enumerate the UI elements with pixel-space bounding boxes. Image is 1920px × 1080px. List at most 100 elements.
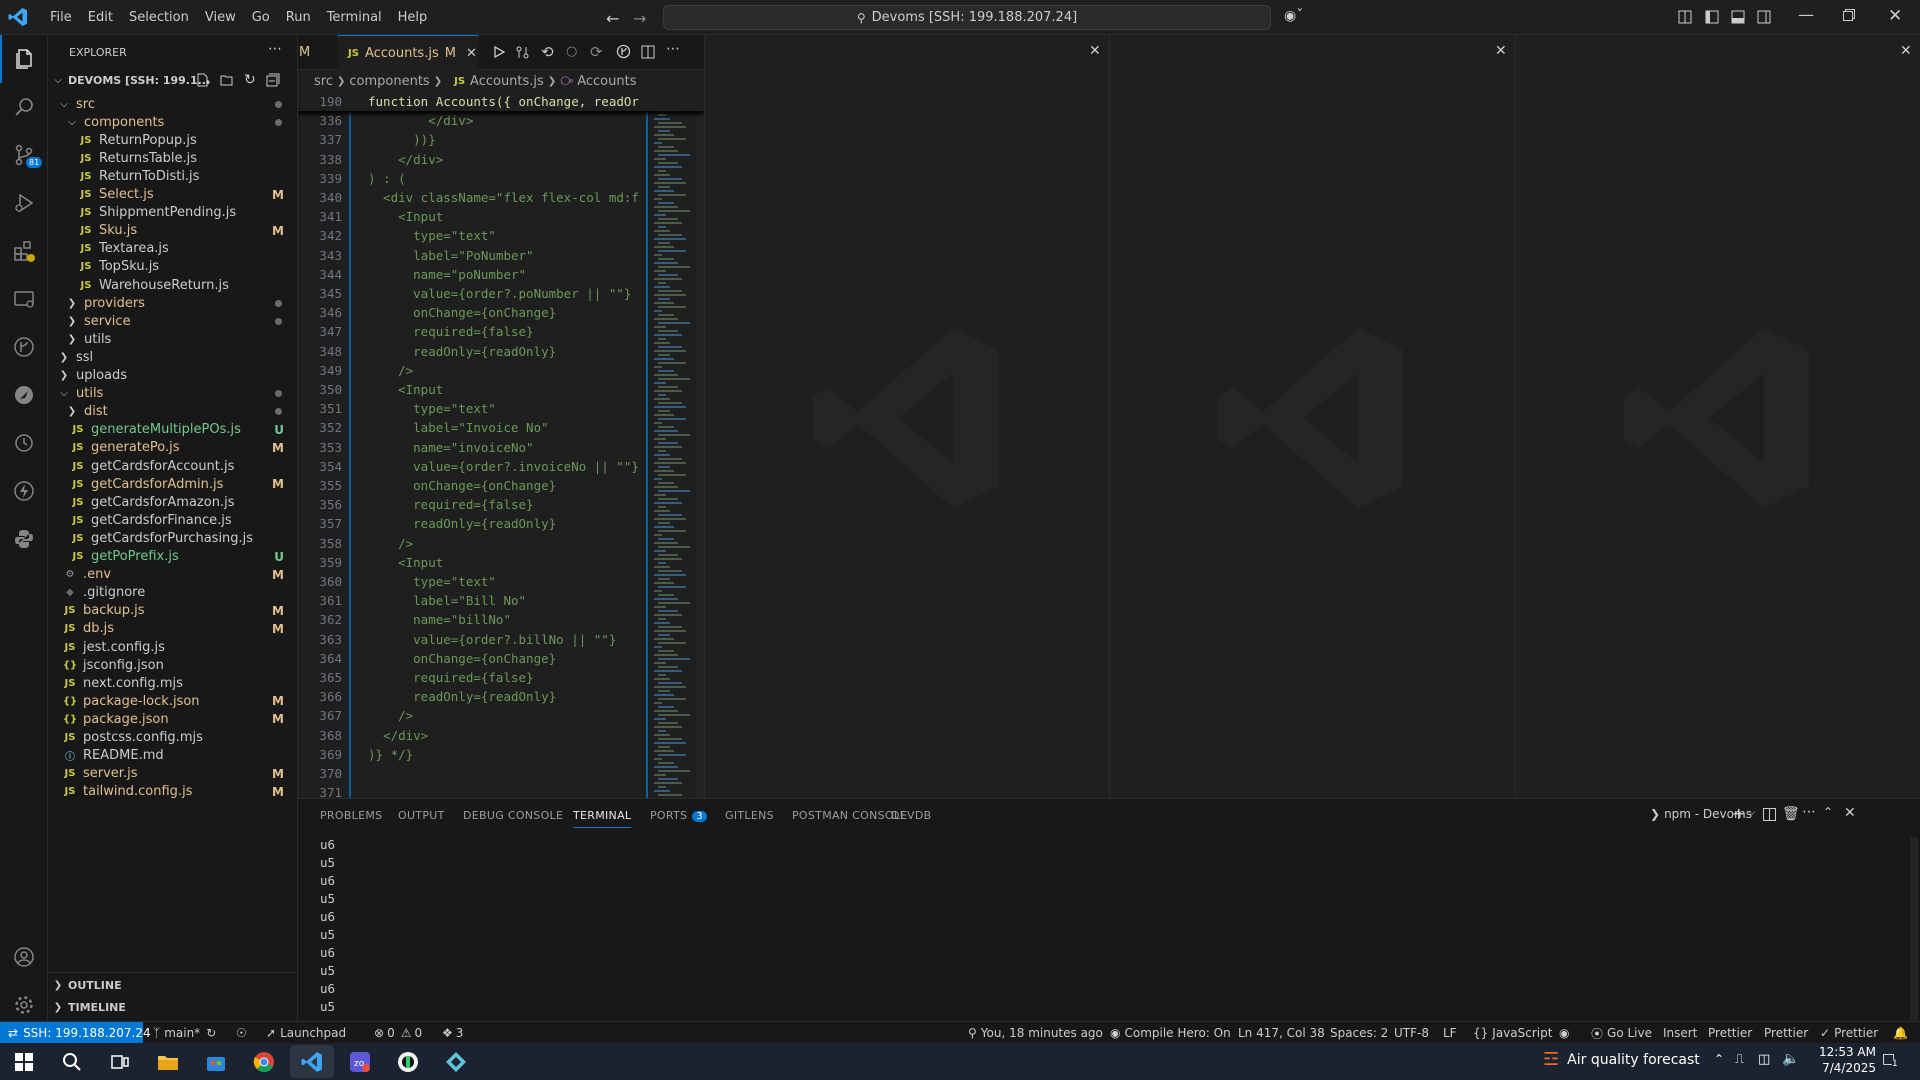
panel-tab-devdb[interactable]: DEVDB [891, 809, 931, 822]
menu-item-help[interactable]: Help [390, 10, 436, 25]
menu-item-view[interactable]: View [197, 10, 244, 25]
task-view-icon[interactable] [98, 1045, 142, 1078]
command-center[interactable]: ⚲ Devoms [SSH: 199.188.207.24] [663, 5, 1271, 30]
taskbar-search-icon[interactable] [50, 1045, 94, 1078]
file-item[interactable]: JS tailwind.config.js M [48, 781, 298, 803]
terminal-scrollbar[interactable] [1910, 837, 1918, 1020]
thunder-client-icon[interactable] [0, 467, 48, 515]
python-icon[interactable] [0, 515, 48, 563]
close-group-icon[interactable]: ✕ [1495, 43, 1507, 59]
chrome-icon[interactable] [242, 1045, 286, 1078]
menu-item-go[interactable]: Go [244, 10, 278, 25]
breadcrumb-symbol[interactable]: Accounts [577, 74, 636, 89]
more-panel-actions-icon[interactable]: ⋯ [1802, 804, 1816, 820]
next-change-icon[interactable]: ⟳ [590, 43, 603, 61]
refresh-icon[interactable]: ↻ [244, 72, 256, 88]
prettier-status-1[interactable]: Prettier [1708, 1022, 1752, 1044]
split-terminal-icon[interactable] [1763, 808, 1776, 821]
new-folder-icon[interactable] [220, 73, 234, 87]
notifications-icon[interactable]: □ 1 [1882, 1051, 1898, 1069]
notifications-bell-icon[interactable]: 🔔 [1893, 1022, 1908, 1044]
code-editor[interactable]: 190 function Accounts({ onChange, readOr… [298, 92, 704, 798]
branch-indicator[interactable]: ᛉ main* ↻ [153, 1022, 216, 1044]
remote-explorer-icon[interactable] [0, 275, 48, 323]
source-control-icon[interactable]: 81 [0, 131, 48, 179]
prettier-status-2[interactable]: Prettier [1764, 1022, 1808, 1044]
close-group-icon[interactable]: ✕ [1089, 43, 1101, 59]
copilot-icon[interactable]: ◉ˇ [1284, 8, 1303, 24]
remote-indicator[interactable]: ⇄ SSH: 199.188.207.24 [0, 1022, 151, 1044]
microsoft-store-icon[interactable] [194, 1045, 238, 1078]
app-dark-icon[interactable] [386, 1045, 430, 1078]
end-of-line[interactable]: LF [1443, 1022, 1457, 1044]
cursor-position[interactable]: Ln 417, Col 38 [1238, 1022, 1325, 1044]
encoding[interactable]: UTF-8 [1394, 1022, 1429, 1044]
chevron-down-icon[interactable]: ⌵ [1748, 807, 1756, 818]
accounts-icon[interactable] [0, 933, 48, 981]
run-debug-icon[interactable] [0, 179, 48, 227]
open-changes-icon[interactable] [515, 45, 530, 60]
menu-item-selection[interactable]: Selection [121, 10, 197, 25]
toggle-secondary-sidebar-icon[interactable] [1757, 10, 1771, 24]
sticky-scroll[interactable]: 190 function Accounts({ onChange, readOr [298, 92, 704, 111]
copilot-status-icon[interactable]: ◉ [1559, 1022, 1569, 1044]
gitlens-blame-icon[interactable] [616, 44, 631, 59]
breadcrumb-components[interactable]: components [349, 74, 429, 89]
windows-start-icon[interactable] [2, 1045, 46, 1078]
back-arrow-icon[interactable]: ← [606, 9, 619, 28]
vscode-logo-icon[interactable] [8, 7, 28, 27]
tab-accounts-js[interactable]: JS Accounts.js M ✕ [338, 35, 478, 70]
extensions-icon[interactable] [0, 227, 48, 275]
minimap[interactable] [650, 92, 696, 798]
close-tab-icon[interactable]: ✕ [466, 46, 477, 61]
editor-scrollbar[interactable] [696, 92, 704, 798]
collapse-all-icon[interactable] [266, 73, 280, 87]
toggle-primary-sidebar-icon[interactable] [1705, 10, 1719, 24]
restore-icon[interactable] [1843, 9, 1855, 21]
panel-tab-debug-console[interactable]: DEBUG CONSOLE [463, 809, 563, 822]
menu-item-file[interactable]: File [42, 10, 80, 25]
go-back-icon[interactable]: ⟲ [541, 43, 554, 61]
panel-tab-output[interactable]: OUTPUT [398, 809, 445, 822]
panel-tab-ports[interactable]: PORTS 3 [650, 809, 708, 822]
forward-arrow-icon[interactable]: → [633, 9, 646, 28]
gitlens-icon[interactable] [0, 323, 48, 371]
maximize-panel-icon[interactable]: ⌃ [1823, 805, 1833, 819]
trash-icon[interactable]: 🗑 [1782, 806, 1800, 822]
toggle-panel-icon[interactable] [1731, 10, 1745, 24]
weather-widget[interactable]: ☲ Air quality forecast [1543, 1049, 1700, 1070]
insert-mode[interactable]: Insert [1663, 1022, 1697, 1044]
run-code-icon[interactable] [492, 45, 506, 59]
more-editor-actions-icon[interactable]: ⋯ [666, 41, 680, 57]
postman-icon[interactable] [0, 371, 48, 419]
gitlens-indicator-icon[interactable]: ☉ [236, 1022, 247, 1044]
terminal-output[interactable]: u6 u5 u6 u5 u6 u5 u6 u5 u6 u5 [298, 837, 1898, 1022]
customize-layout-icon[interactable] [1678, 10, 1692, 24]
timeline-view-icon[interactable] [0, 419, 48, 467]
outline-section[interactable]: ❯ OUTLINE [48, 974, 298, 996]
show-hidden-icons[interactable]: ⌃ [1714, 1052, 1724, 1066]
explorer-icon[interactable] [0, 35, 48, 83]
menu-item-run[interactable]: Run [278, 10, 319, 25]
git-blame-indicator[interactable]: ⚲ You, 18 minutes ago [968, 1022, 1103, 1044]
search-icon[interactable] [0, 83, 48, 131]
taskbar-vscode-icon[interactable] [290, 1045, 334, 1078]
display-icon[interactable]: ◫ [1758, 1052, 1770, 1067]
close-window-icon[interactable]: ✕ [1888, 6, 1902, 26]
compile-hero-indicator[interactable]: ◉ Compile Hero: On [1110, 1022, 1231, 1044]
new-file-icon[interactable] [196, 73, 210, 87]
workspace-header[interactable]: ⌵ DEVOMS [SSH: 199.1... [48, 69, 298, 91]
breadcrumb-src[interactable]: src [314, 74, 333, 89]
network-status-icon[interactable]: ⎍ [1735, 1052, 1744, 1067]
panel-tab-terminal[interactable]: TERMINAL [573, 809, 632, 828]
launchpad-indicator[interactable]: ➚ Launchpad [266, 1022, 346, 1044]
zoho-app-icon[interactable]: zo [338, 1045, 382, 1078]
close-group-icon[interactable]: ✕ [1900, 43, 1912, 59]
split-editor-icon[interactable] [641, 45, 655, 59]
go-live-button[interactable]: ⦿ Go Live [1591, 1022, 1652, 1044]
language-mode[interactable]: {} JavaScript [1473, 1022, 1552, 1044]
volume-muted-icon[interactable]: 🔈 [1782, 1051, 1799, 1067]
indentation[interactable]: Spaces: 2 [1330, 1022, 1388, 1044]
file-explorer-icon[interactable] [146, 1045, 190, 1078]
panel-tab-problems[interactable]: PROBLEMS [320, 809, 382, 822]
